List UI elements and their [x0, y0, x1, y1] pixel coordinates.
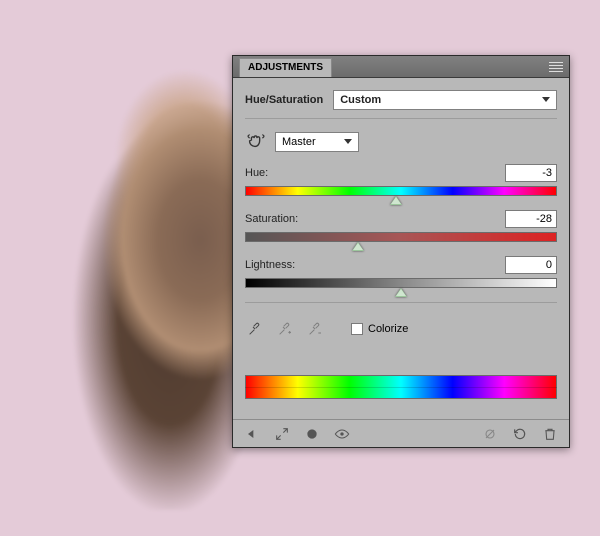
- saturation-slider[interactable]: [245, 232, 557, 242]
- panel-menu-icon[interactable]: [549, 60, 563, 74]
- eyedropper-row: Colorize: [245, 313, 557, 353]
- eyedropper-minus-icon[interactable]: [305, 319, 325, 339]
- hue-slider-block: Hue:: [245, 164, 557, 196]
- lightness-value-input[interactable]: [505, 256, 557, 274]
- eyedropper-icon[interactable]: [245, 319, 265, 339]
- lightness-slider-thumb[interactable]: [395, 288, 407, 297]
- saturation-value-input[interactable]: [505, 210, 557, 228]
- panel-footer: [233, 419, 569, 447]
- panel-body: Hue/Saturation Custom Master Hue:: [233, 78, 569, 419]
- mask-circle-icon[interactable]: [303, 425, 321, 443]
- adjustments-panel: ADJUSTMENTS Hue/Saturation Custom Master…: [232, 55, 570, 448]
- reset-icon[interactable]: [511, 425, 529, 443]
- back-arrow-icon[interactable]: [243, 425, 261, 443]
- lightness-slider-block: Lightness:: [245, 256, 557, 288]
- spectrum-bar[interactable]: [245, 375, 557, 399]
- panel-tab-adjustments[interactable]: ADJUSTMENTS: [239, 58, 332, 77]
- chevron-down-icon: [542, 97, 550, 102]
- saturation-label: Saturation:: [245, 213, 298, 225]
- channel-dropdown[interactable]: Master: [275, 132, 359, 152]
- preset-value: Custom: [340, 94, 381, 106]
- adjustment-heading: Hue/Saturation Custom: [245, 86, 557, 119]
- separator: [245, 302, 557, 303]
- adjustment-type-label: Hue/Saturation: [245, 94, 323, 106]
- scrubby-hand-icon[interactable]: [245, 129, 267, 154]
- saturation-slider-thumb[interactable]: [352, 242, 364, 251]
- eyedropper-plus-icon[interactable]: [275, 319, 295, 339]
- hue-label: Hue:: [245, 167, 268, 179]
- channel-value: Master: [282, 136, 316, 148]
- colorize-checkbox[interactable]: Colorize: [351, 323, 408, 335]
- trash-icon[interactable]: [541, 425, 559, 443]
- lightness-slider[interactable]: [245, 278, 557, 288]
- preset-dropdown[interactable]: Custom: [333, 90, 557, 110]
- colorize-label: Colorize: [368, 323, 408, 335]
- expand-icon[interactable]: [273, 425, 291, 443]
- hue-slider-thumb[interactable]: [390, 196, 402, 205]
- hue-value-input[interactable]: [505, 164, 557, 182]
- checkbox-box: [351, 323, 363, 335]
- lightness-label: Lightness:: [245, 259, 295, 271]
- clip-icon[interactable]: [481, 425, 499, 443]
- hue-slider[interactable]: [245, 186, 557, 196]
- visibility-icon[interactable]: [333, 425, 351, 443]
- panel-titlebar[interactable]: ADJUSTMENTS: [233, 56, 569, 78]
- chevron-down-icon: [344, 139, 352, 144]
- saturation-slider-block: Saturation:: [245, 210, 557, 242]
